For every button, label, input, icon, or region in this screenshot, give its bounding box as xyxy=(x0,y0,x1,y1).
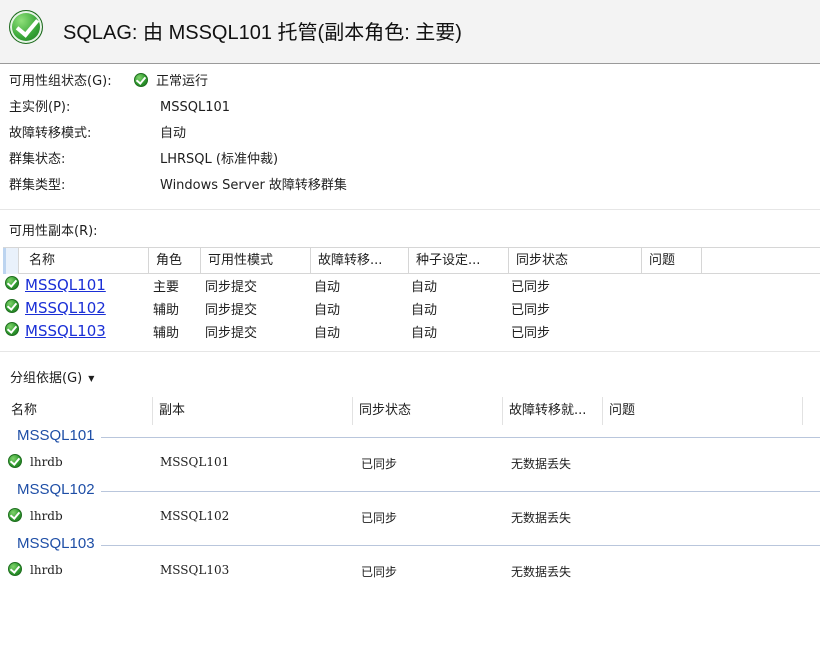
replicas-grid: 名称 角色 可用性模式 故障转移... 种子设定... 同步状态 问题 MSSQ… xyxy=(3,247,820,348)
property-row-state: 可用性组状态(G): 正常运行 xyxy=(9,71,809,97)
property-value: 正常运行 xyxy=(134,72,208,92)
column-header-issues[interactable]: 问题 xyxy=(603,397,803,425)
database-replica: MSSQL102 xyxy=(160,509,230,523)
grid-row-selector[interactable] xyxy=(3,248,19,274)
property-value: Windows Server 故障转移群集 xyxy=(160,178,347,193)
replica-availability-mode: 同步提交 xyxy=(205,280,258,295)
column-header-failover[interactable]: 故障转移... xyxy=(311,248,409,274)
list-item[interactable]: lhrdb MSSQL101 已同步 无数据丢失 xyxy=(0,452,820,474)
replica-role: 主要 xyxy=(153,280,180,295)
dashboard-header: SQLAG: 由 MSSQL101 托管(副本角色: 主要) xyxy=(0,0,820,64)
green-check-icon xyxy=(134,73,148,87)
green-check-icon xyxy=(5,299,19,315)
property-value: MSSQL101 xyxy=(160,100,231,115)
property-row-failover-mode: 故障转移模式: 自动 xyxy=(9,123,809,149)
property-row-primary-instance: 主实例(P): MSSQL101 xyxy=(9,97,809,123)
group-divider xyxy=(101,491,820,492)
replica-failover: 自动 xyxy=(314,303,341,318)
group-by-dropdown[interactable]: 分组依据(G) ▼ xyxy=(10,367,94,386)
group-header[interactable]: MSSQL102 xyxy=(17,481,95,501)
green-check-icon xyxy=(8,508,22,523)
property-row-cluster-state: 群集状态: LHRSQL (标准仲裁) xyxy=(9,149,809,175)
replica-seeding: 自动 xyxy=(411,280,438,295)
database-name: lhrdb xyxy=(30,563,63,577)
database-sync-state: 已同步 xyxy=(361,565,398,579)
databases-list-header: 名称 副本 同步状态 故障转移就... 问题 xyxy=(0,397,820,425)
table-row[interactable]: MSSQL102 辅助 同步提交 自动 自动 已同步 xyxy=(3,297,820,320)
green-check-icon xyxy=(5,276,19,292)
group-divider xyxy=(101,545,820,546)
column-header-availability-mode[interactable]: 可用性模式 xyxy=(201,248,311,274)
column-header-failover-readiness[interactable]: 故障转移就... xyxy=(503,397,603,425)
column-header-sync-state[interactable]: 同步状态 xyxy=(353,397,503,425)
property-label: 故障转移模式: xyxy=(9,126,92,141)
column-header-name[interactable]: 名称 xyxy=(19,248,149,274)
replica-link[interactable]: MSSQL102 xyxy=(25,299,106,317)
database-replica: MSSQL101 xyxy=(160,455,230,469)
column-header-seeding[interactable]: 种子设定... xyxy=(409,248,509,274)
replicas-grid-header: 名称 角色 可用性模式 故障转移... 种子设定... 同步状态 问题 xyxy=(3,247,820,274)
property-label: 主实例(P): xyxy=(9,100,71,115)
replica-failover: 自动 xyxy=(314,326,341,341)
column-header-sync-state[interactable]: 同步状态 xyxy=(509,248,642,274)
section-divider xyxy=(0,351,820,352)
replica-failover: 自动 xyxy=(314,280,341,295)
table-row[interactable]: MSSQL101 主要 同步提交 自动 自动 已同步 xyxy=(3,274,820,297)
column-header-replica[interactable]: 副本 xyxy=(153,397,353,425)
property-label: 群集状态: xyxy=(9,152,66,167)
property-value: 自动 xyxy=(160,126,187,141)
replica-seeding: 自动 xyxy=(411,303,438,318)
database-replica: MSSQL103 xyxy=(160,563,230,577)
database-name: lhrdb xyxy=(30,509,63,523)
replica-availability-mode: 同步提交 xyxy=(205,303,258,318)
replica-link[interactable]: MSSQL103 xyxy=(25,322,106,340)
property-value: LHRSQL (标准仲裁) xyxy=(160,152,279,167)
availability-group-properties: 可用性组状态(G): 正常运行 主实例(P): MSSQL101 故障转移模式:… xyxy=(9,71,809,201)
group-divider xyxy=(101,437,820,438)
replica-sync-state: 已同步 xyxy=(511,303,551,318)
green-check-icon xyxy=(8,454,22,469)
replica-role: 辅助 xyxy=(153,303,180,318)
table-row[interactable]: MSSQL103 辅助 同步提交 自动 自动 已同步 xyxy=(3,320,820,343)
database-failover-readiness: 无数据丢失 xyxy=(511,565,572,579)
dashboard-title: SQLAG: 由 MSSQL101 托管(副本角色: 主要) xyxy=(63,22,462,44)
database-name: lhrdb xyxy=(30,455,63,469)
section-divider xyxy=(0,209,820,210)
group-header[interactable]: MSSQL103 xyxy=(17,535,95,555)
replica-sync-state: 已同步 xyxy=(511,326,551,341)
column-header-name[interactable]: 名称 xyxy=(5,397,153,425)
replica-availability-mode: 同步提交 xyxy=(205,326,258,341)
replica-seeding: 自动 xyxy=(411,326,438,341)
replicas-section-label: 可用性副本(R): xyxy=(9,224,98,239)
property-label: 群集类型: xyxy=(9,178,66,193)
property-row-cluster-type: 群集类型: Windows Server 故障转移群集 xyxy=(9,175,809,201)
database-sync-state: 已同步 xyxy=(361,457,398,471)
database-failover-readiness: 无数据丢失 xyxy=(511,457,572,471)
property-label: 可用性组状态(G): xyxy=(9,74,112,89)
replica-link[interactable]: MSSQL101 xyxy=(25,276,106,294)
column-header-issues[interactable]: 问题 xyxy=(642,248,702,274)
green-check-icon xyxy=(5,322,19,338)
column-header-role[interactable]: 角色 xyxy=(149,248,201,274)
database-failover-readiness: 无数据丢失 xyxy=(511,511,572,525)
list-item[interactable]: lhrdb MSSQL103 已同步 无数据丢失 xyxy=(0,560,820,582)
database-sync-state: 已同步 xyxy=(361,511,398,525)
replica-sync-state: 已同步 xyxy=(511,280,551,295)
group-by-label: 分组依据(G) xyxy=(10,371,83,386)
green-check-icon xyxy=(8,562,22,577)
group-header[interactable]: MSSQL101 xyxy=(17,427,95,447)
caret-down-icon: ▼ xyxy=(88,374,95,383)
list-item[interactable]: lhrdb MSSQL102 已同步 无数据丢失 xyxy=(0,506,820,528)
healthy-status-icon xyxy=(9,10,43,44)
replica-role: 辅助 xyxy=(153,326,180,341)
